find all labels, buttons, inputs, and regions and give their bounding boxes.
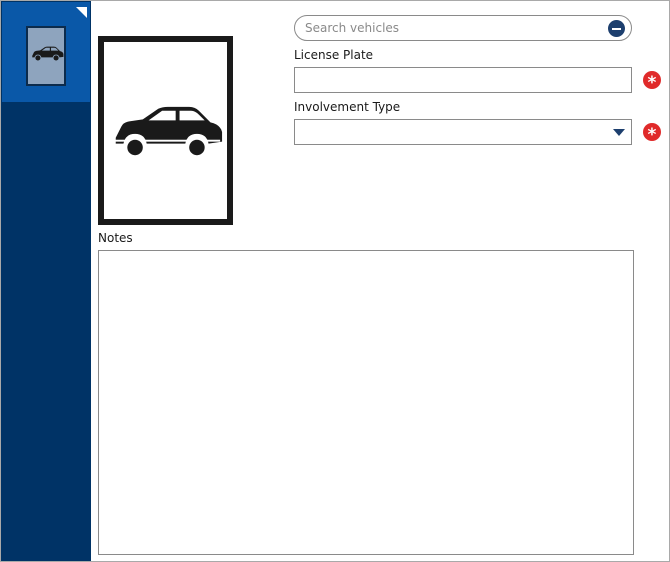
search-input[interactable] [305, 19, 595, 37]
sidebar-tab-vehicle[interactable] [2, 2, 90, 102]
involvement-type-select[interactable] [294, 119, 632, 145]
minus-circle-icon[interactable] [608, 20, 625, 37]
corner-triangle-icon [76, 7, 87, 18]
car-icon [32, 46, 64, 61]
sidebar [1, 1, 91, 561]
license-plate-label: License Plate [294, 48, 374, 62]
notes-textarea[interactable] [101, 253, 629, 551]
license-plate-input[interactable] [299, 71, 625, 89]
vehicle-search [294, 15, 632, 41]
car-icon [111, 106, 223, 158]
notes-label: Notes [98, 231, 133, 245]
chevron-down-icon[interactable] [613, 129, 625, 136]
vehicle-photo[interactable] [98, 36, 233, 225]
required-asterisk-icon: * [643, 123, 661, 141]
notes-field [98, 250, 634, 555]
involvement-type-label: Involvement Type [294, 100, 401, 114]
vehicle-thumbnail [26, 26, 66, 86]
license-plate-field [294, 67, 632, 93]
required-asterisk-icon: * [643, 71, 661, 89]
